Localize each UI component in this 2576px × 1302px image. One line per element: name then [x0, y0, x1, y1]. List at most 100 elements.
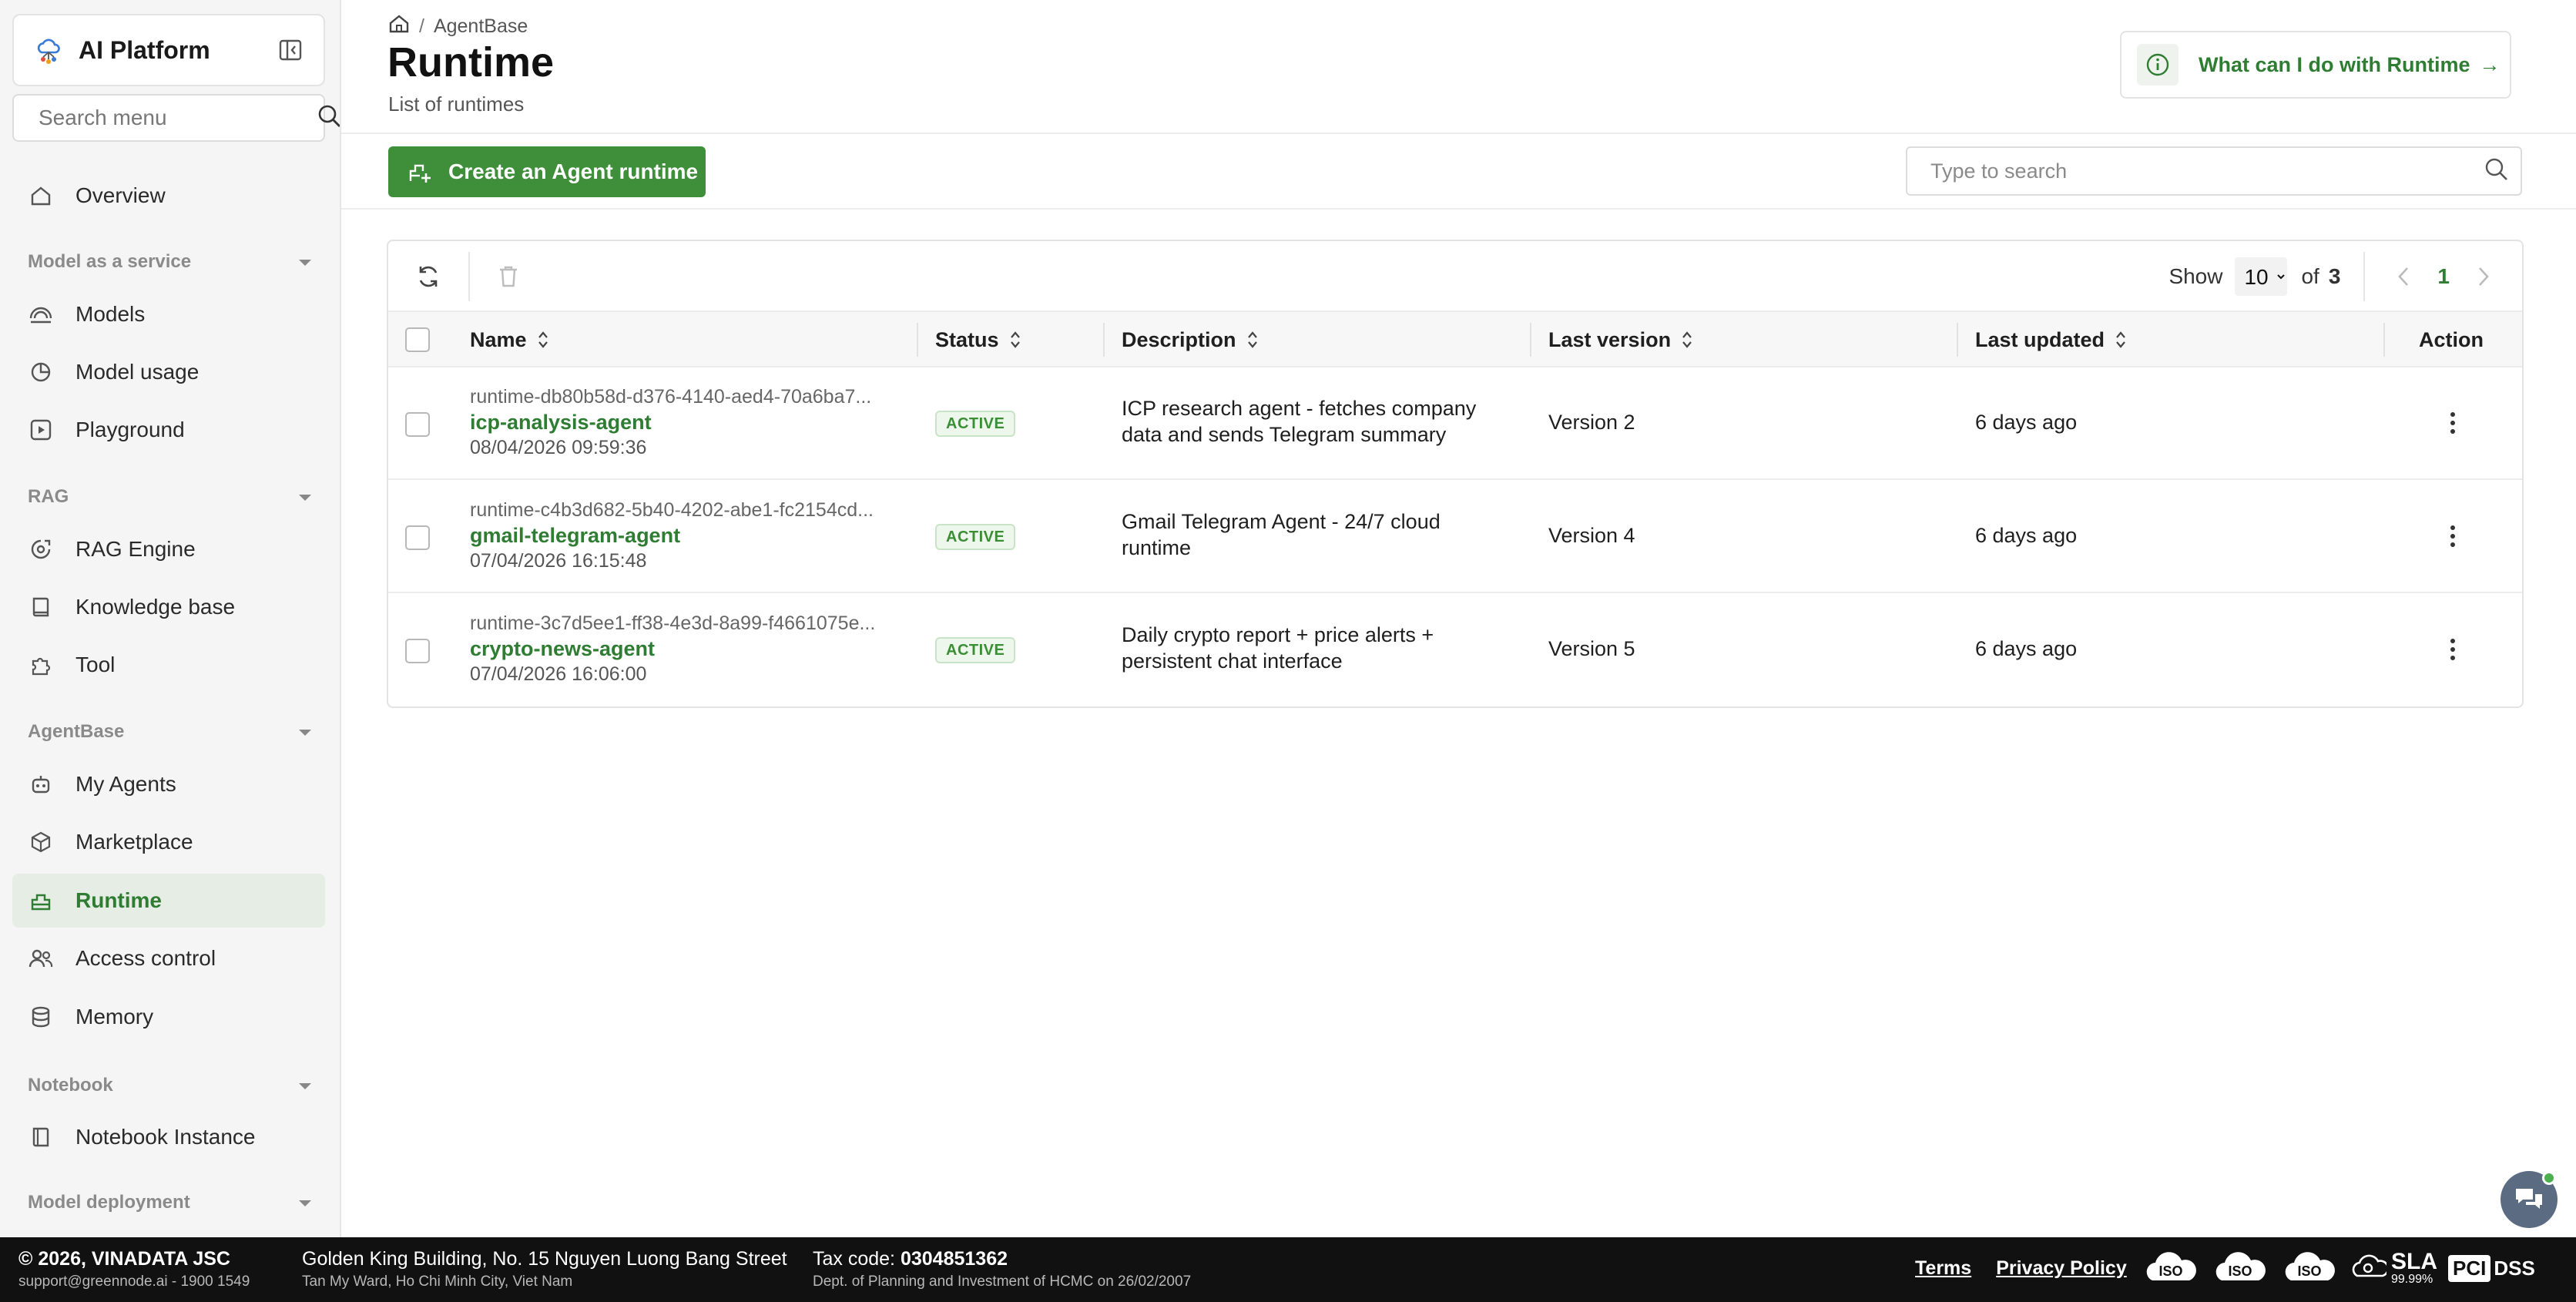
- nav-section-maas[interactable]: Model as a service: [28, 247, 313, 277]
- column-header-last-version[interactable]: Last version: [1548, 312, 1696, 367]
- page-subtitle: List of runtimes: [388, 92, 525, 116]
- column-header-last-updated[interactable]: Last updated: [1975, 312, 2129, 367]
- footer-tax: Tax code: 0304851362 Dept. of Planning a…: [813, 1248, 1191, 1290]
- sidebar-item-notebook-instance[interactable]: Notebook Instance: [12, 1110, 325, 1164]
- row-checkbox[interactable]: [405, 639, 430, 663]
- sidebar-item-models[interactable]: Models: [12, 287, 325, 341]
- dss-label: DSS: [2494, 1256, 2535, 1280]
- sidebar-item-access-control[interactable]: Access control: [12, 931, 325, 985]
- runtime-version: Version 4: [1548, 524, 1635, 547]
- select-all-checkbox[interactable]: [405, 327, 430, 352]
- iso-cloud-icon: ISO: [2142, 1247, 2200, 1290]
- chevron-right-icon[interactable]: [2468, 261, 2499, 292]
- trash-icon[interactable]: [493, 261, 524, 292]
- nav-section-label: Model deployment: [28, 1192, 190, 1213]
- table-row[interactable]: runtime-db80b58d-d376-4140-aed4-70a6ba7.…: [388, 367, 2522, 480]
- notebook-icon: [28, 1124, 54, 1150]
- of-label: of: [2301, 264, 2319, 288]
- nav-section-agentbase[interactable]: AgentBase: [28, 716, 313, 747]
- more-vertical-icon[interactable]: [2437, 408, 2468, 438]
- runtime-search: [1906, 146, 2522, 196]
- runtime-version: Version 2: [1548, 411, 1635, 434]
- column-separator: [1957, 323, 1958, 357]
- runtime-id: runtime-db80b58d-d376-4140-aed4-70a6ba7.…: [470, 386, 872, 408]
- breadcrumb-agentbase[interactable]: AgentBase: [434, 15, 528, 38]
- sidebar-item-my-agents[interactable]: My Agents: [12, 757, 325, 811]
- nav-section-notebook[interactable]: Notebook: [28, 1070, 313, 1101]
- nav-section-deployment[interactable]: Model deployment: [28, 1187, 313, 1218]
- refresh-icon[interactable]: [413, 261, 444, 292]
- svg-text:ISO: ISO: [2297, 1263, 2321, 1279]
- sidebar-item-playground[interactable]: Playground: [12, 403, 325, 457]
- column-separator: [2383, 323, 2385, 357]
- more-vertical-icon[interactable]: [2437, 634, 2468, 665]
- column-header-name[interactable]: Name: [470, 312, 552, 367]
- runtime-description-line2: data and sends Telegram summary: [1122, 423, 1447, 446]
- sort-icon: [1246, 329, 1261, 351]
- footer-copyright: © 2026, VINADATA JSC: [18, 1248, 230, 1270]
- privacy-policy-link[interactable]: Privacy Policy: [1996, 1257, 2127, 1280]
- footer-address: Golden King Building, No. 15 Nguyen Luon…: [302, 1248, 787, 1290]
- table-row[interactable]: runtime-c4b3d682-5b40-4202-abe1-fc2154cd…: [388, 481, 2522, 593]
- runtime-help-button[interactable]: What can I do with Runtime →: [2120, 31, 2511, 99]
- sidebar-collapse-icon[interactable]: [277, 37, 304, 63]
- footer-address-line1: Golden King Building, No. 15 Nguyen Luon…: [302, 1248, 787, 1270]
- status-badge: ACTIVE: [935, 637, 1016, 663]
- sidebar-item-label: Notebook Instance: [75, 1125, 256, 1149]
- column-separator: [917, 323, 918, 357]
- sidebar-item-tool[interactable]: Tool: [12, 638, 325, 692]
- footer-address-line2: Tan My Ward, Ho Chi Minh City, Viet Nam: [302, 1273, 573, 1290]
- footer-support: support@greennode.ai - 1900 1549: [18, 1273, 250, 1290]
- table-header: Name Status Description Last version Las…: [388, 312, 2522, 367]
- runtime-search-input[interactable]: [1930, 159, 2484, 183]
- create-agent-runtime-button[interactable]: Create an Agent runtime: [388, 146, 706, 197]
- sidebar-item-knowledge-base[interactable]: Knowledge base: [12, 580, 325, 634]
- column-header-description[interactable]: Description: [1122, 312, 1261, 367]
- add-runtime-icon: [407, 159, 433, 185]
- row-checkbox[interactable]: [405, 412, 430, 437]
- chevron-left-icon[interactable]: [2388, 261, 2419, 292]
- page-size-select[interactable]: 10: [2235, 257, 2288, 296]
- sidebar-search-input[interactable]: [39, 106, 317, 130]
- certifications: ISO ISO ISO SLA 99.99% PCI DSS: [2142, 1247, 2535, 1290]
- column-label: Action: [2419, 327, 2484, 351]
- toolbar-separator: [468, 252, 470, 301]
- search-icon[interactable]: [2484, 156, 2510, 186]
- cube-icon: [28, 829, 54, 855]
- sidebar-item-label: Access control: [75, 946, 216, 970]
- sidebar-item-runtime[interactable]: Runtime: [12, 874, 325, 928]
- runtime-name-link[interactable]: gmail-telegram-agent: [470, 524, 680, 548]
- search-icon[interactable]: [317, 103, 340, 133]
- runtime-icon: [28, 888, 54, 914]
- more-vertical-icon[interactable]: [2437, 521, 2468, 552]
- terms-link[interactable]: Terms: [1915, 1257, 1971, 1280]
- row-checkbox[interactable]: [405, 525, 430, 550]
- show-label: Show: [2168, 264, 2223, 288]
- home-icon[interactable]: [388, 13, 410, 40]
- sidebar-item-label: Models: [75, 302, 146, 326]
- column-header-status[interactable]: Status: [935, 312, 1024, 367]
- sidebar-item-memory[interactable]: Memory: [12, 990, 325, 1044]
- sidebar-search: [12, 94, 340, 142]
- current-page[interactable]: 1: [2437, 264, 2450, 289]
- sidebar-item-overview[interactable]: Overview: [12, 169, 325, 223]
- sidebar-item-marketplace[interactable]: Marketplace: [12, 815, 325, 869]
- nav-section-label: AgentBase: [28, 721, 125, 742]
- runtime-description-line2: runtime: [1122, 536, 1192, 559]
- sidebar-item-label: Tool: [75, 653, 116, 676]
- runtime-created: 07/04/2026 16:15:48: [470, 550, 647, 572]
- column-label: Name: [470, 327, 527, 351]
- sort-icon: [1680, 329, 1696, 351]
- runtime-name-link[interactable]: icp-analysis-agent: [470, 411, 652, 435]
- online-indicator: [2542, 1171, 2556, 1185]
- pie-chart-icon: [28, 359, 54, 385]
- runtime-updated: 6 days ago: [1975, 637, 2078, 660]
- table-row[interactable]: runtime-3c7d5ee1-ff38-4e3d-8a99-f4661075…: [388, 594, 2522, 706]
- nav-section-rag[interactable]: RAG: [28, 482, 313, 512]
- footer-tax-code: 0304851362: [900, 1248, 1008, 1270]
- play-icon: [28, 417, 54, 443]
- runtime-name-link[interactable]: crypto-news-agent: [470, 637, 655, 661]
- sidebar-item-model-usage[interactable]: Model usage: [12, 345, 325, 399]
- sidebar-item-rag-engine[interactable]: RAG Engine: [12, 522, 325, 576]
- robot-icon: [28, 771, 54, 797]
